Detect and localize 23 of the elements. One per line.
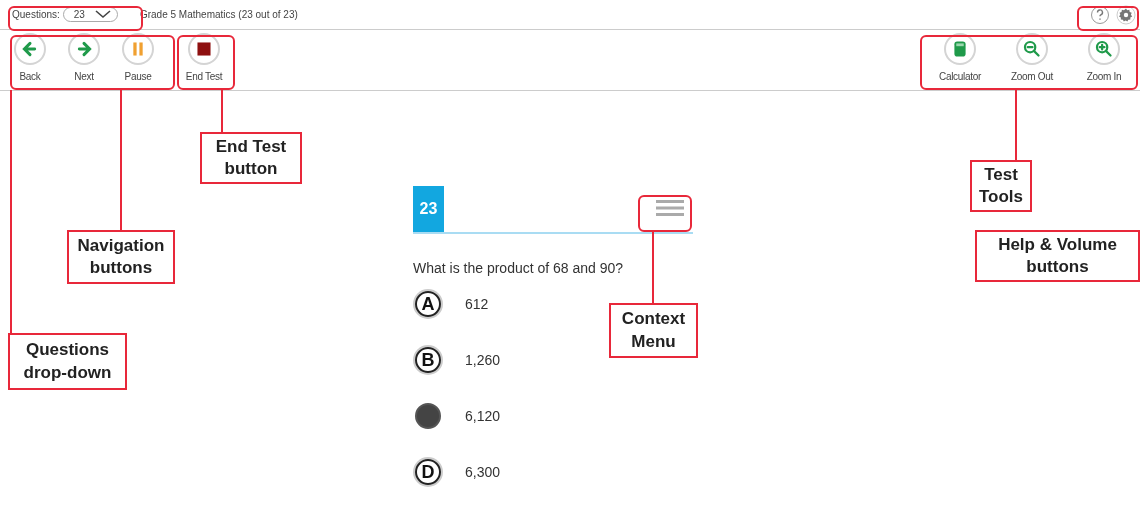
callout-label: Questions drop-down — [8, 333, 127, 390]
end-button[interactable]: End Test — [177, 33, 231, 82]
answer-bubble[interactable]: A — [415, 291, 441, 317]
callout-label: Help & Volume buttons — [975, 230, 1140, 282]
answer-text: 6,120 — [465, 408, 501, 424]
callout-label: Test Tools — [970, 160, 1032, 212]
zoom-out-button[interactable]: Zoom Out — [996, 33, 1068, 82]
answer-text: 612 — [465, 296, 489, 312]
questions-label: Questions: — [12, 9, 60, 20]
zoom-in-button[interactable]: Zoom In — [1068, 33, 1140, 82]
answer-text: 1,260 — [465, 352, 501, 368]
answer-text: 6,300 — [465, 464, 501, 480]
callout-label: End Test button — [200, 132, 302, 184]
answer-bubble[interactable]: B — [415, 347, 441, 373]
callout-label: Context Menu — [609, 303, 698, 358]
calculator-button[interactable]: Calculator — [924, 33, 996, 82]
question-text: What is the product of 68 and 90? — [413, 260, 625, 276]
pause-button[interactable]: Pause — [111, 33, 165, 82]
back-button[interactable]: Back — [3, 33, 57, 82]
question-number: 23 — [413, 186, 444, 232]
answer-bubble[interactable]: D — [415, 459, 441, 485]
next-button[interactable]: Next — [57, 33, 111, 82]
callout-label: Navigation buttons — [67, 230, 175, 284]
